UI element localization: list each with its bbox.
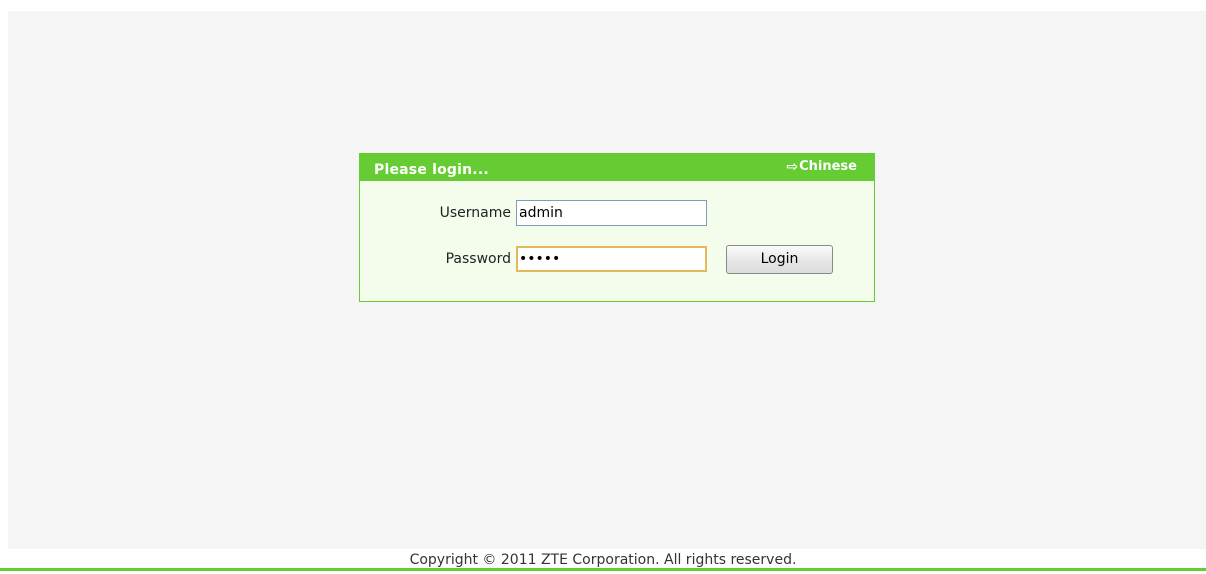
copyright-text: Copyright © 2011 ZTE Corporation. All ri… bbox=[409, 552, 797, 568]
password-input[interactable] bbox=[516, 246, 707, 272]
footer-divider bbox=[0, 568, 1206, 571]
username-label: Username bbox=[439, 205, 511, 221]
login-box: Please login... ⇨ Chinese Username Passw… bbox=[359, 153, 875, 302]
login-header: Please login... ⇨ Chinese bbox=[360, 154, 874, 181]
login-title: Please login... bbox=[374, 162, 489, 178]
page-canvas: Please login... ⇨ Chinese Username Passw… bbox=[8, 11, 1206, 549]
username-row: Username bbox=[360, 200, 707, 226]
language-switch-link[interactable]: ⇨ Chinese bbox=[786, 159, 857, 174]
page: Please login... ⇨ Chinese Username Passw… bbox=[0, 0, 1206, 574]
password-row: Password Login bbox=[360, 244, 833, 274]
footer: Copyright © 2011 ZTE Corporation. All ri… bbox=[0, 549, 1206, 574]
login-button[interactable]: Login bbox=[726, 244, 833, 274]
username-input[interactable] bbox=[516, 200, 707, 226]
password-label: Password bbox=[445, 251, 511, 267]
arrow-right-icon: ⇨ bbox=[786, 158, 799, 175]
language-link-label: Chinese bbox=[799, 159, 857, 174]
